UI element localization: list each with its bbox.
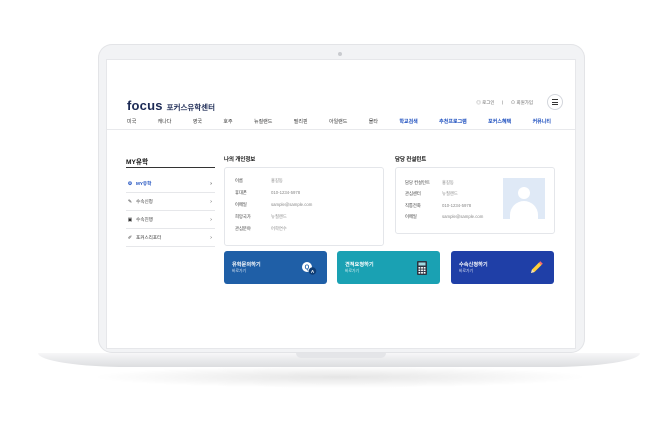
main-nav: 미국 캐나다 영국 호주 뉴질랜드 필리핀 아일랜드 몰타 학교검색 추천프로그… (127, 118, 551, 125)
nav-item[interactable]: 아일랜드 (329, 118, 347, 125)
camera-dot (338, 52, 342, 56)
tile-subtitle: 바로가기 (459, 269, 473, 273)
consultant-label: 담당 컨설턴트 (405, 180, 430, 185)
consultant-label: 관심센터 (405, 191, 421, 196)
sidebar-item-label: 수속신청 (136, 198, 153, 204)
sidebar-item-progress[interactable]: ▣ 수속진행 › (126, 211, 215, 229)
nav-divider (107, 129, 575, 130)
info-label: 휴대폰 (235, 190, 247, 195)
consultant-value: 010-1234-5978 (442, 203, 472, 208)
info-label: 관심분야 (235, 226, 251, 231)
personal-info-card: 이름 홍길동 휴대폰 010-1234-5978 이메일 sample@samp… (224, 167, 384, 246)
sidebar-item-label: MY유학 (136, 180, 152, 186)
nav-item[interactable]: 필리핀 (294, 118, 308, 125)
consultant-avatar (503, 178, 545, 219)
nav-item[interactable]: 커뮤니티 (533, 118, 551, 125)
hamburger-menu-icon[interactable] (547, 94, 563, 110)
site-logo[interactable]: focus 포커스유학센터 (127, 98, 215, 113)
signup-link[interactable]: ⊙ 회원가입 (511, 100, 533, 106)
consultant-value: sample@sample.com (442, 214, 484, 219)
tile-title: 견적요청하기 (345, 262, 374, 268)
info-value: 어학연수 (271, 226, 287, 231)
sidebar-rule (126, 167, 215, 168)
info-value: sample@sample.com (271, 202, 313, 207)
nav-item[interactable]: 호주 (223, 118, 232, 125)
pen-icon: ✐ (127, 234, 133, 241)
consultant-value: 홍길동 (442, 180, 454, 185)
sidebar-item-my-study[interactable]: ⚙ MY유학 › (126, 175, 215, 193)
info-value: 홍길동 (271, 178, 283, 183)
consultant-value: 뉴질랜드 (442, 191, 458, 196)
util-divider: ㅣ (500, 100, 505, 105)
personal-info-title: 나의 개인정보 (224, 157, 256, 163)
tile-title: 수속신청하기 (459, 262, 488, 268)
laptop-notch (296, 353, 386, 358)
sidebar-item-application[interactable]: ✎ 수속신청 › (126, 193, 215, 211)
chevron-right-icon: › (210, 216, 212, 223)
consultant-label: 이메일 (405, 214, 417, 219)
logo-subtitle: 포커스유학센터 (166, 103, 215, 112)
inquiry-button[interactable]: 유학문의하기 바로가기 Q A (224, 251, 327, 284)
nav-item[interactable]: 영국 (193, 118, 202, 125)
logo-wordmark: focus (127, 98, 163, 113)
nav-item[interactable]: 뉴질랜드 (254, 118, 272, 125)
info-label: 희망국가 (235, 214, 251, 219)
laptop-shadow (90, 366, 590, 388)
calculator-icon (417, 261, 427, 275)
nav-item[interactable]: 미국 (127, 118, 136, 125)
consultant-label: 직통전화 (405, 203, 421, 208)
nav-item[interactable]: 캐나다 (158, 118, 172, 125)
settings-icon: ⚙ (127, 180, 133, 187)
tile-subtitle: 바로가기 (345, 269, 359, 273)
nav-item[interactable]: 몰타 (369, 118, 378, 125)
chevron-right-icon: › (210, 180, 212, 187)
quote-request-button[interactable]: 견적요청하기 바로가기 (337, 251, 440, 284)
laptop-screen: focus 포커스유학센터 ◎ 로그인 ㅣ ⊙ 회원가입 미국 캐나다 영국 호… (107, 60, 575, 348)
info-value: 010-1234-5978 (271, 190, 301, 195)
info-value: 뉴질랜드 (271, 214, 287, 219)
sidebar-menu: ⚙ MY유학 › ✎ 수속신청 › ▣ 수속진행 › ✐ 포커스리포터 › (126, 175, 215, 247)
sidebar-item-reporter[interactable]: ✐ 포커스리포터 › (126, 229, 215, 247)
nav-item[interactable]: 학교검색 (399, 118, 417, 125)
chevron-right-icon: › (210, 234, 212, 241)
tile-title: 유학문의하기 (232, 262, 261, 268)
nav-item[interactable]: 추천프로그램 (439, 118, 467, 125)
nav-item[interactable]: 포커스혜택 (488, 118, 511, 125)
application-button[interactable]: 수속신청하기 바로가기 (451, 251, 554, 284)
consultant-card: 담당 컨설턴트 홍길동 관심센터 뉴질랜드 직통전화 010-1234-5978… (395, 167, 555, 234)
chevron-right-icon: › (210, 198, 212, 205)
info-label: 이메일 (235, 202, 247, 207)
sidebar-item-label: 수속진행 (136, 216, 153, 222)
consultant-title: 담당 컨설턴트 (395, 157, 427, 163)
qa-icon: Q A (302, 262, 317, 275)
tile-subtitle: 바로가기 (232, 269, 246, 273)
sidebar-item-label: 포커스리포터 (136, 234, 162, 240)
login-link[interactable]: ◎ 로그인 (476, 100, 494, 106)
calendar-icon: ▣ (127, 216, 133, 223)
edit-icon: ✎ (127, 198, 133, 205)
utility-links: ◎ 로그인 ㅣ ⊙ 회원가입 (476, 100, 533, 106)
info-label: 이름 (235, 178, 243, 183)
sidebar-title: MY유학 (126, 159, 149, 166)
pencil-icon (531, 261, 543, 273)
